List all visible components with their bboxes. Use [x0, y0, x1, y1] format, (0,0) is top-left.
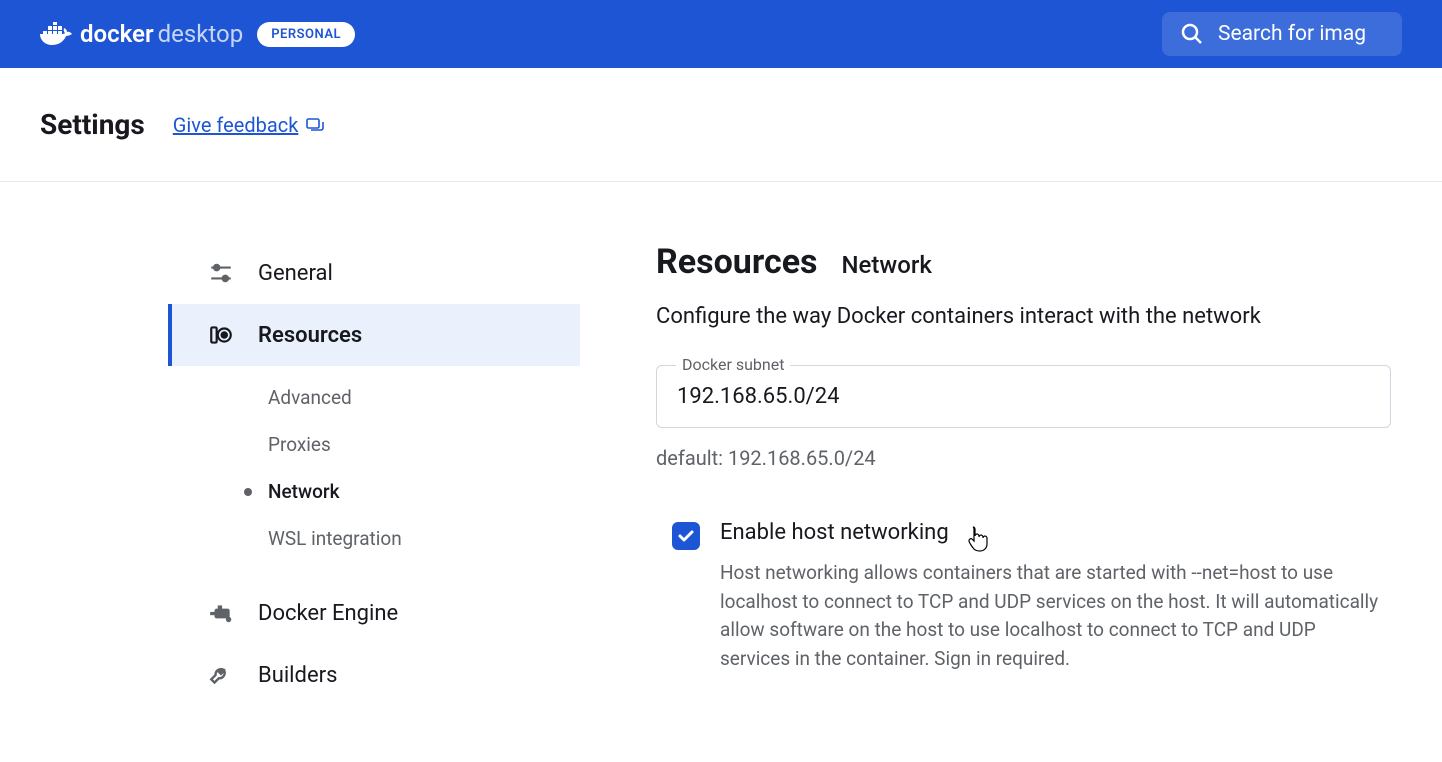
main-description: Configure the way Docker containers inte… — [656, 304, 1402, 329]
resources-icon — [208, 322, 234, 348]
app-header: docker desktop PERSONAL Search for imag — [0, 0, 1442, 68]
search-input[interactable]: Search for imag — [1162, 12, 1402, 56]
sidebar-item-label: Docker Engine — [258, 601, 398, 626]
sidebar-item-label: Builders — [258, 663, 337, 688]
sub-item-label: Advanced — [268, 386, 352, 409]
docker-subnet-input[interactable] — [656, 365, 1391, 428]
settings-sidebar: General Resources Advanced Proxies Netwo… — [0, 242, 580, 706]
page-title: Settings — [40, 108, 145, 141]
sidebar-item-resources[interactable]: Resources — [168, 304, 580, 366]
sliders-icon — [208, 260, 234, 286]
sidebar-item-label: Resources — [258, 323, 362, 348]
give-feedback-link[interactable]: Give feedback — [173, 113, 325, 137]
resources-sub-items: Advanced Proxies Network WSL integration — [168, 366, 580, 582]
sub-item-proxies[interactable]: Proxies — [268, 421, 580, 468]
main-subtitle: Network — [842, 251, 932, 279]
sub-item-advanced[interactable]: Advanced — [268, 374, 580, 421]
logo-desktop-text: desktop — [158, 20, 244, 48]
feedback-icon — [306, 116, 324, 134]
enable-host-networking-checkbox[interactable] — [672, 522, 700, 550]
host-networking-description: Host networking allows containers that a… — [720, 559, 1380, 673]
feedback-link-label: Give feedback — [173, 113, 299, 137]
sub-item-wsl-integration[interactable]: WSL integration — [268, 515, 580, 562]
sub-item-label: Network — [268, 480, 340, 503]
engine-icon — [208, 600, 234, 626]
docker-subnet-label: Docker subnet — [676, 355, 790, 374]
check-icon — [677, 527, 695, 545]
wrench-icon — [208, 662, 234, 688]
sidebar-item-docker-engine[interactable]: Docker Engine — [168, 582, 580, 644]
whale-icon — [40, 22, 72, 46]
host-networking-row: Enable host networking Host networking a… — [656, 520, 1402, 673]
host-networking-label: Enable host networking — [720, 520, 1402, 545]
checkbox-content: Enable host networking Host networking a… — [720, 520, 1402, 673]
sidebar-item-general[interactable]: General — [168, 242, 580, 304]
main-title: Resources — [656, 242, 818, 282]
sub-item-label: WSL integration — [268, 527, 402, 550]
main-heading: Resources Network — [656, 242, 1402, 282]
cursor-pointer-icon — [966, 526, 988, 552]
search-placeholder: Search for imag — [1218, 22, 1366, 46]
sidebar-item-builders[interactable]: Builders — [168, 644, 580, 706]
sub-item-network[interactable]: Network — [268, 468, 580, 515]
content: General Resources Advanced Proxies Netwo… — [0, 182, 1442, 706]
page-title-bar: Settings Give feedback — [0, 68, 1442, 182]
docker-subnet-field: Docker subnet — [656, 365, 1402, 428]
subnet-default-hint: default: 192.168.65.0/24 — [656, 446, 1402, 470]
personal-badge: PERSONAL — [257, 22, 355, 47]
logo-text: docker — [80, 20, 154, 48]
docker-logo: docker desktop — [40, 20, 243, 48]
main-panel: Resources Network Configure the way Dock… — [580, 242, 1442, 706]
sub-item-label: Proxies — [268, 433, 331, 456]
header-left: docker desktop PERSONAL — [40, 20, 355, 48]
search-icon — [1180, 22, 1204, 46]
sidebar-item-label: General — [258, 261, 333, 286]
